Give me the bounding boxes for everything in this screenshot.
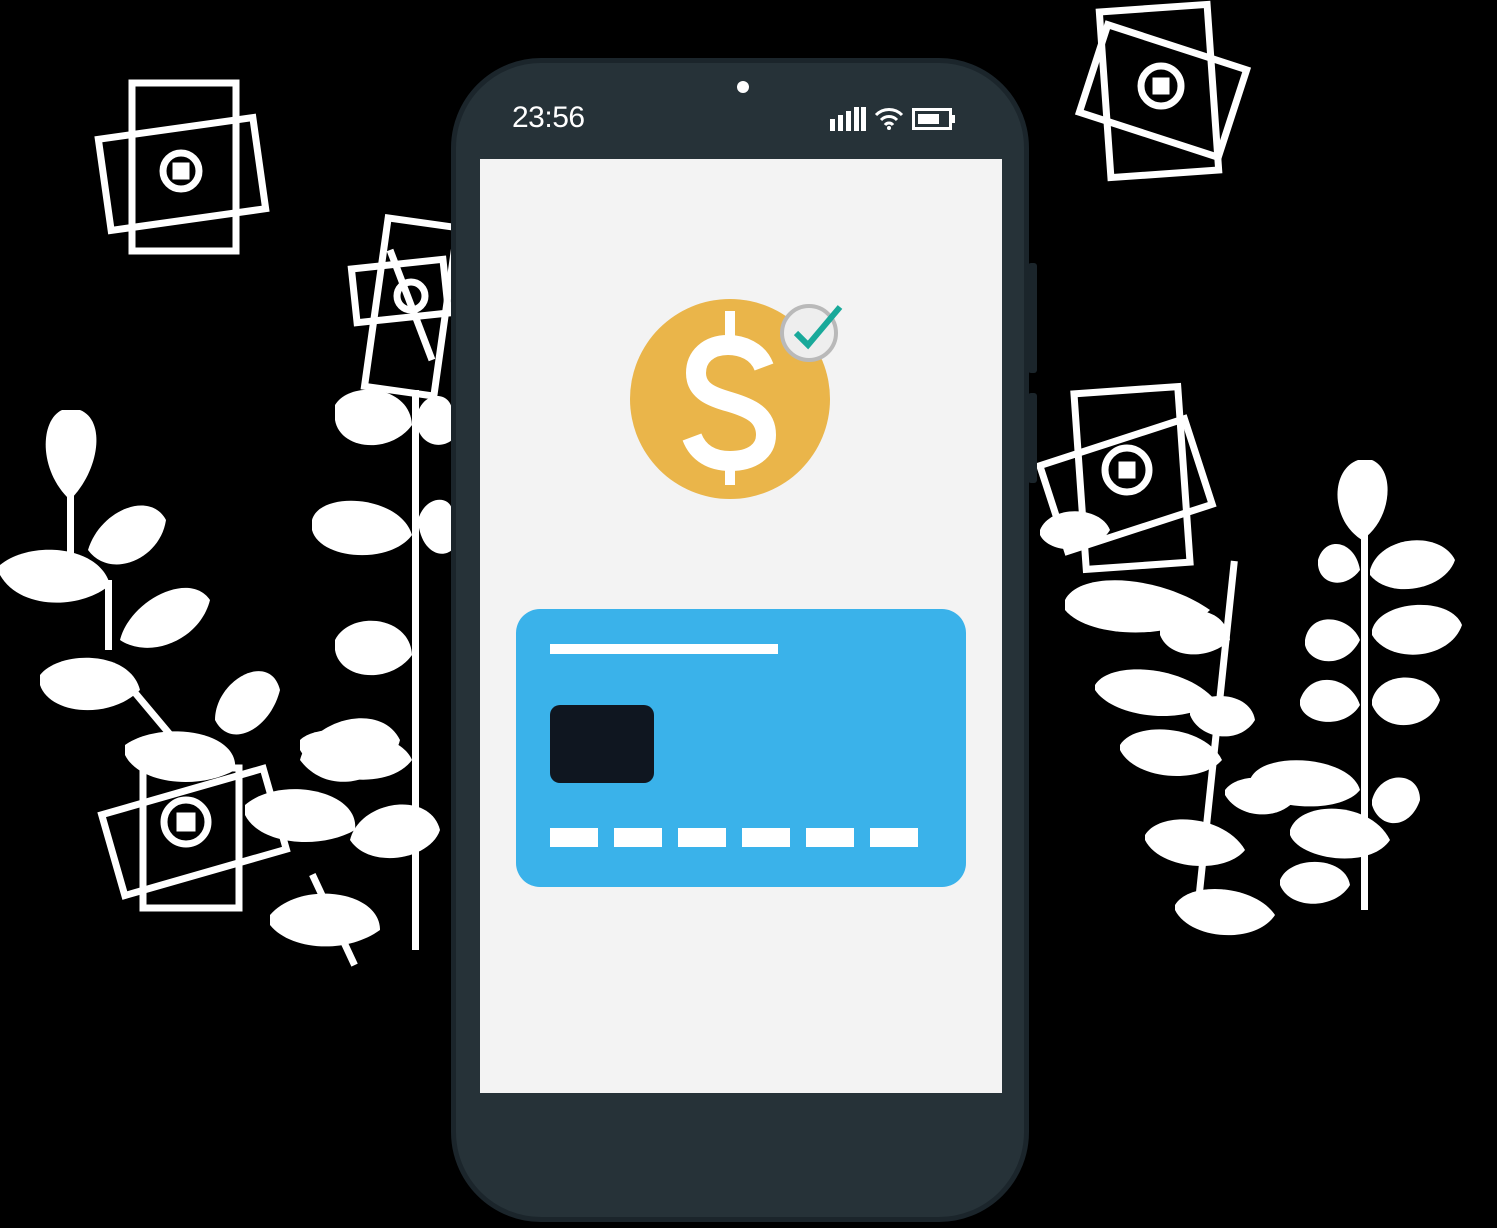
status-icons <box>830 107 956 131</box>
battery-icon <box>912 108 955 130</box>
card-number-group <box>870 828 918 847</box>
credit-card-icon <box>516 609 966 887</box>
card-number-group <box>806 828 854 847</box>
banknote-icon <box>347 214 462 400</box>
card-holder-line <box>550 644 778 654</box>
volume-button[interactable] <box>1028 393 1037 483</box>
card-number-group <box>678 828 726 847</box>
banknote-icon <box>97 764 291 912</box>
card-chip <box>550 705 654 783</box>
power-button[interactable] <box>1028 263 1037 373</box>
wifi-icon <box>874 108 904 130</box>
dollar-coin-icon <box>630 299 843 499</box>
card-number <box>550 828 918 847</box>
card-number-group <box>550 828 598 847</box>
front-camera-icon <box>737 81 749 93</box>
status-time: 23:56 <box>512 101 585 134</box>
card-number-group <box>614 828 662 847</box>
check-icon <box>780 304 843 362</box>
plant-decoration-left <box>0 389 452 967</box>
banknote-icon <box>1074 0 1252 182</box>
card-number-group <box>742 828 790 847</box>
phone-screen <box>480 159 1002 1093</box>
signal-icon <box>830 107 866 131</box>
banknote-icon <box>94 79 270 255</box>
smartphone: 23:56 <box>451 58 1037 1222</box>
plant-decoration-right <box>1040 460 1462 936</box>
